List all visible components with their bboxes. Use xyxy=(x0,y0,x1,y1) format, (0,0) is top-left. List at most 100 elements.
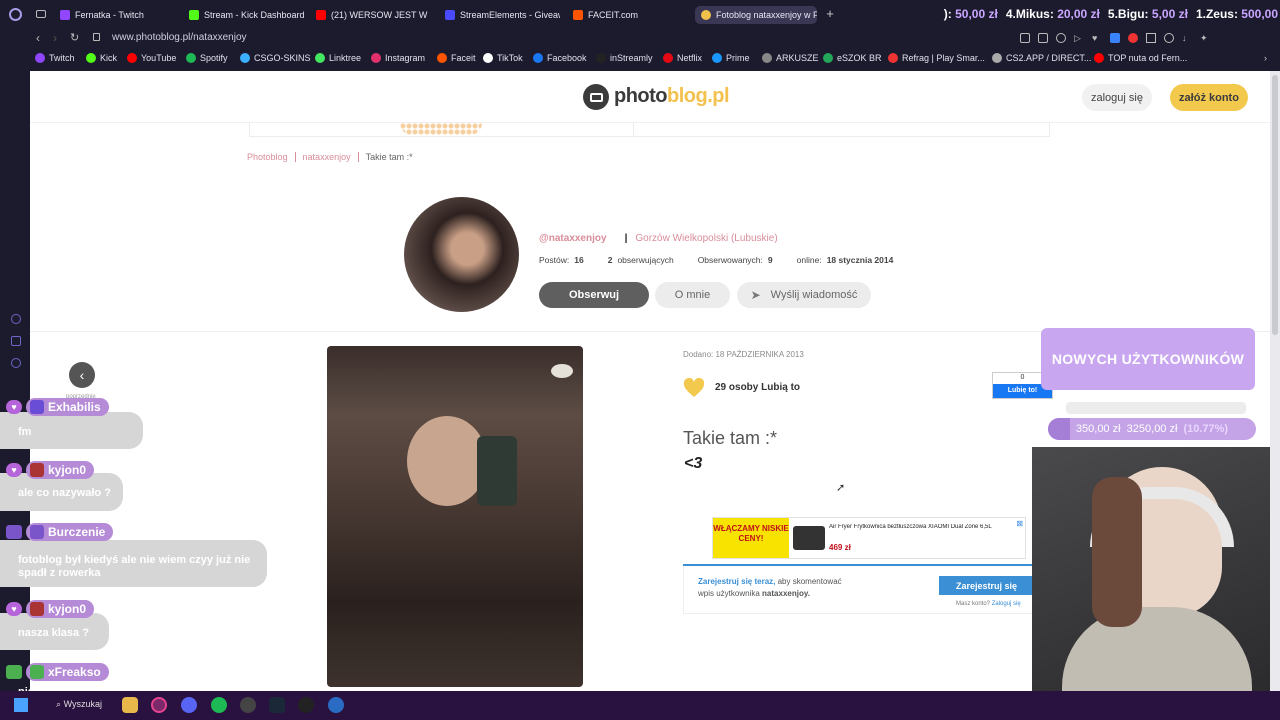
opera-browser-icon[interactable] xyxy=(151,697,167,713)
bookmark-10[interactable]: inStreamly xyxy=(596,53,653,63)
extension-red-icon[interactable] xyxy=(1128,33,1138,43)
profile-handle[interactable]: @nataxxenjoy xyxy=(539,233,607,244)
bookmark-12[interactable]: Prime xyxy=(712,53,750,63)
bookmark-16[interactable]: CS2.APP / DIRECT... xyxy=(992,53,1091,63)
bookmark-9[interactable]: Facebook xyxy=(533,53,587,63)
bookmark-5[interactable]: Linktree xyxy=(315,53,361,63)
spotify-icon[interactable] xyxy=(211,697,227,713)
breadcrumb-link[interactable]: Photoblog xyxy=(247,152,288,162)
ad-close-icon[interactable]: ⊠ xyxy=(1016,519,1023,528)
bookmark-0[interactable]: Twitch xyxy=(35,53,75,63)
tab-5-active[interactable]: Fotoblog nataxxenjoy w Pl xyxy=(695,6,817,24)
about-button[interactable]: O mnie xyxy=(655,282,730,308)
bookmark-8[interactable]: TikTok xyxy=(483,53,523,63)
extension-blue-icon[interactable] xyxy=(1110,33,1120,43)
profile-region[interactable]: Lubuskie xyxy=(734,233,774,244)
follow-button[interactable]: Obserwuj xyxy=(539,282,649,308)
chat-username[interactable]: Exhabilis xyxy=(26,398,109,416)
bookmark-7[interactable]: Faceit xyxy=(437,53,476,63)
webcam-hair xyxy=(1092,477,1142,627)
tab-label: StreamElements - Giveaw xyxy=(460,10,560,20)
bookmark-15[interactable]: Refrag | Play Smar... xyxy=(888,53,985,63)
profile-icon[interactable] xyxy=(1164,33,1174,43)
puzzle-icon[interactable] xyxy=(1146,33,1156,43)
obs-icon[interactable] xyxy=(240,697,256,713)
forward-icon[interactable]: › xyxy=(53,31,57,45)
breadcrumb-link[interactable]: nataxxenjoy xyxy=(303,152,351,162)
bookmark-2[interactable]: YouTube xyxy=(127,53,176,63)
site-header: photoblog.pl zaloguj się załóż konto xyxy=(30,71,1270,123)
windows-start-icon[interactable] xyxy=(14,698,28,712)
bookmark-3[interactable]: Spotify xyxy=(186,53,228,63)
discord-icon[interactable] xyxy=(181,697,197,713)
search-icon: ⌕ xyxy=(56,699,62,709)
download-icon[interactable]: ↓ xyxy=(1182,33,1192,43)
register-button[interactable]: załóż konto xyxy=(1170,84,1248,111)
bookmark-14[interactable]: eSZOK BR xyxy=(823,53,882,63)
ai-icon[interactable]: ✦ xyxy=(1200,33,1210,43)
tab-4[interactable]: FACEIT.com xyxy=(573,6,683,24)
post-photo[interactable] xyxy=(327,346,583,687)
bookmark-6[interactable]: Instagram xyxy=(371,53,425,63)
site-logo[interactable]: photoblog.pl xyxy=(614,85,730,108)
extensions-icon[interactable] xyxy=(11,336,21,346)
like-heart-icon[interactable] xyxy=(683,377,705,398)
subscriber-heart-icon: ♥ xyxy=(6,463,22,477)
settings-icon[interactable] xyxy=(11,358,21,368)
taskbar-search[interactable]: ⌕ Wyszukaj xyxy=(56,699,102,710)
bookmarks-overflow-icon[interactable]: › xyxy=(1264,53,1267,63)
bookmark-4[interactable]: CSGO-SKINS xyxy=(240,53,311,63)
steam-icon[interactable] xyxy=(269,697,285,713)
chat-username[interactable]: xFreakso xyxy=(26,663,109,681)
profile-city[interactable]: Gorzów Wielkopolski xyxy=(635,233,728,244)
browser-logo-icon[interactable] xyxy=(9,8,22,21)
bookmark-1[interactable]: Kick xyxy=(86,53,117,63)
url-field[interactable]: www.photoblog.pl/nataxxenjoy xyxy=(112,32,247,43)
file-explorer-icon[interactable] xyxy=(122,697,138,713)
chat-username-text: kyjon0 xyxy=(48,463,87,477)
ad-text: Air Fryer Frytkownica beztłuszczowa XIAO… xyxy=(829,524,992,530)
bookmark-favicon-icon xyxy=(1094,53,1104,63)
register-button-blue[interactable]: Zarejestruj się xyxy=(939,576,1034,595)
posts-label: Postów: xyxy=(539,255,570,265)
posts-count: 16 xyxy=(574,255,584,265)
bookmark-13[interactable]: ARKUSZE xyxy=(762,53,819,63)
chat-username-text: Burczenie xyxy=(48,525,106,539)
new-tab-icon[interactable]: + xyxy=(824,7,836,20)
bookmark-11[interactable]: Netflix xyxy=(663,53,702,63)
back-icon[interactable]: ‹ xyxy=(36,31,40,45)
followers-label: obserwujących xyxy=(617,255,674,265)
bookmarks-bar: Twitch Kick YouTube Spotify CSGO-SKINS Linktr… xyxy=(0,49,1280,69)
previous-post-button[interactable]: ‹ xyxy=(69,362,95,388)
ad-banner[interactable]: WŁĄCZAMY NISKIE CENY! Air Fryer Frytkown… xyxy=(712,517,1026,559)
reload-icon[interactable]: ↻ xyxy=(70,31,79,44)
tab-2[interactable]: (21) WERSOW JEST W CI xyxy=(316,6,429,24)
screenshot-icon[interactable] xyxy=(1020,33,1030,43)
ticker-amount: 20,00 zł xyxy=(1057,7,1100,21)
tab-overview-icon[interactable] xyxy=(36,10,46,18)
chat-username[interactable]: Burczenie xyxy=(26,523,114,541)
user-badge-icon xyxy=(30,400,44,414)
message-button[interactable]: ➤ Wyślij wiadomość xyxy=(737,282,871,308)
chat-username[interactable]: kyjon0 xyxy=(26,600,95,618)
tab-0[interactable]: Fernatka - Twitch xyxy=(60,6,178,24)
tab-1[interactable]: Stream - Kick Dashboard xyxy=(189,6,309,24)
register-prompt-link[interactable]: Zarejestruj się teraz, xyxy=(698,577,775,586)
power-app-icon[interactable] xyxy=(298,697,314,713)
bookmark-17[interactable]: TOP nuta od Fern... xyxy=(1094,53,1187,63)
login-button[interactable]: zaloguj się xyxy=(1082,84,1152,111)
chat-username[interactable]: kyjon0 xyxy=(26,461,95,479)
login-prompt: Masz konto? Zaloguj się xyxy=(956,601,1021,607)
heart-icon[interactable]: ♥ xyxy=(1092,33,1102,43)
shield-icon[interactable] xyxy=(1056,33,1066,43)
login-link[interactable]: Zaloguj się xyxy=(992,601,1021,607)
app-icon[interactable] xyxy=(328,697,344,713)
scrollbar[interactable] xyxy=(1270,71,1280,691)
play-icon[interactable]: ▷ xyxy=(1074,33,1084,43)
crop-icon[interactable] xyxy=(1038,33,1048,43)
scrollbar-thumb[interactable] xyxy=(1272,75,1278,335)
avatar[interactable] xyxy=(404,197,519,312)
tab-3[interactable]: StreamElements - Giveaw xyxy=(445,6,560,24)
history-icon[interactable] xyxy=(11,314,21,324)
taskbar-search-label: Wyszukaj xyxy=(63,699,102,709)
